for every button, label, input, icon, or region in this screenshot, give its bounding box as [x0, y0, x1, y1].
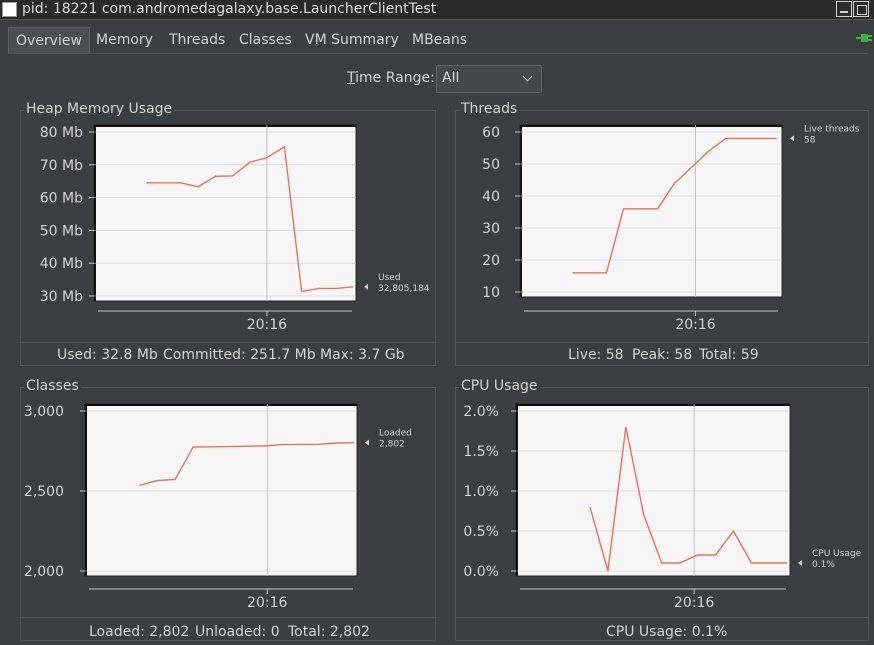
- legend-marker-icon: [364, 283, 368, 290]
- window-title: pid: 18221 com.andromedagalaxy.base.Laun…: [22, 1, 437, 17]
- y-tick-label: 10: [482, 285, 500, 301]
- y-tick-label: 20: [482, 253, 500, 269]
- connect-plug-icon[interactable]: [856, 32, 874, 44]
- y-tick-label: 3,000: [24, 404, 64, 420]
- java-app-icon: [2, 2, 17, 17]
- tab-mbeans[interactable]: MBeans: [412, 27, 467, 53]
- threads-summary-live: Live: 58: [568, 347, 624, 363]
- x-tick-label: 20:16: [247, 317, 287, 333]
- y-tick-label: 30 Mb: [40, 289, 83, 305]
- y-tick-label: 1.5%: [463, 444, 499, 460]
- time-range-dropdown[interactable]: All: [436, 65, 542, 93]
- y-tick-label: 40: [482, 189, 500, 205]
- y-tick-label: 2,000: [24, 564, 64, 580]
- legend-marker-icon: [790, 135, 794, 142]
- threads-summary-total: Total: 59: [699, 347, 759, 363]
- threads-chart: 10 20 30 40 50 60 20:16 Live threads58: [482, 124, 860, 333]
- tab-overview[interactable]: Overview: [8, 27, 90, 53]
- heap-summary-used: Used: 32.8 Mb: [57, 347, 158, 363]
- classes-summary-unloaded: Unloaded: 0: [195, 624, 280, 640]
- tab-threads[interactable]: Threads: [169, 27, 225, 53]
- tab-memory[interactable]: Memory: [96, 27, 153, 53]
- classes-chart: 2,000 2,500 3,000 20:16 Loaded2,802: [24, 403, 412, 611]
- x-tick-label: 20:16: [675, 317, 715, 333]
- cpu-summary-usage: CPU Usage: 0.1%: [606, 624, 728, 640]
- y-tick-label: 40 Mb: [40, 256, 83, 272]
- x-tick-label: 20:16: [247, 595, 287, 611]
- tab-divider: [8, 53, 868, 54]
- y-tick-label: 70 Mb: [40, 158, 83, 174]
- heap-memory-chart: 30 Mb 40 Mb 50 Mb 60 Mb 70 Mb 80 Mb 20:16 Used3…: [40, 124, 430, 333]
- heap-summary-committed: Committed: 251.7 Mb: [163, 347, 316, 363]
- classes-panel: Classes 2,000 2,500 3,000 20:16 Loaded 2,802 …: [20, 378, 436, 641]
- heap-memory-panel: Heap Memory Usage 30 Mb 40 Mb 50 Mb 60 Mb 70…: [20, 101, 436, 366]
- y-tick-label: 2,500: [24, 484, 64, 500]
- summary-divider: [21, 617, 435, 618]
- time-range-value: All: [442, 70, 460, 86]
- heap-summary-max: Max: 3.7 Gb: [320, 347, 405, 363]
- summary-divider: [456, 342, 868, 343]
- plot-area: [84, 403, 358, 577]
- legend-series-name: Live threads: [804, 124, 860, 134]
- legend-series-name: Used: [378, 273, 401, 283]
- x-tick-label: 20:16: [674, 595, 714, 611]
- legend-series-value: 32,805,184: [378, 284, 430, 294]
- y-tick-label: 0.0%: [463, 564, 499, 580]
- cpu-usage-panel: CPU Usage 0.0% 0.5% 1.0% 1.5% 2.0% 20:16 CPU U…: [455, 378, 869, 641]
- plot-area: [515, 403, 791, 577]
- y-tick-label: 1.0%: [463, 484, 499, 500]
- legend-series-value: 58: [804, 135, 816, 145]
- legend-series-value: 0.1%: [812, 560, 835, 570]
- y-tick-label: 2.0%: [463, 404, 499, 420]
- classes-summary-loaded: Loaded: 2,802: [89, 624, 190, 640]
- y-tick-label: 50: [482, 157, 500, 173]
- tab-classes[interactable]: Classes: [239, 27, 292, 53]
- threads-summary-peak: Peak: 58: [632, 347, 693, 363]
- legend-series-name: CPU Usage: [812, 549, 862, 559]
- y-tick-label: 60 Mb: [40, 191, 83, 207]
- classes-summary-total: Total: 2,802: [288, 624, 370, 640]
- y-tick-label: 30: [482, 221, 500, 237]
- legend-series-value: 2,802: [379, 440, 405, 450]
- y-tick-label: 80 Mb: [40, 125, 83, 141]
- plot-area: [519, 124, 783, 298]
- y-tick-label: 0.5%: [463, 524, 499, 540]
- maximize-button[interactable]: [853, 1, 869, 17]
- chevron-down-icon: [522, 71, 533, 82]
- legend-marker-icon: [365, 439, 369, 446]
- tab-vm-summary[interactable]: VM Summary: [305, 27, 399, 53]
- y-tick-label: 50 Mb: [40, 223, 83, 239]
- minimize-button[interactable]: [836, 1, 852, 17]
- cpu-usage-chart: 0.0% 0.5% 1.0% 1.5% 2.0% 20:16 CPU Usage0.1%: [463, 403, 862, 611]
- time-range-label: Time Range:: [347, 70, 435, 86]
- summary-divider: [21, 342, 435, 343]
- title-bar: pid: 18221 com.andromedagalaxy.base.Laun…: [0, 0, 874, 20]
- plot-area: [93, 124, 357, 302]
- legend-marker-icon: [798, 560, 802, 566]
- summary-divider: [456, 617, 868, 618]
- legend-series-name: Loaded: [379, 429, 412, 439]
- threads-panel: Threads 10 20 30 40 50 60 20:16 Live threads 58 …: [455, 101, 869, 366]
- y-tick-label: 60: [482, 125, 500, 141]
